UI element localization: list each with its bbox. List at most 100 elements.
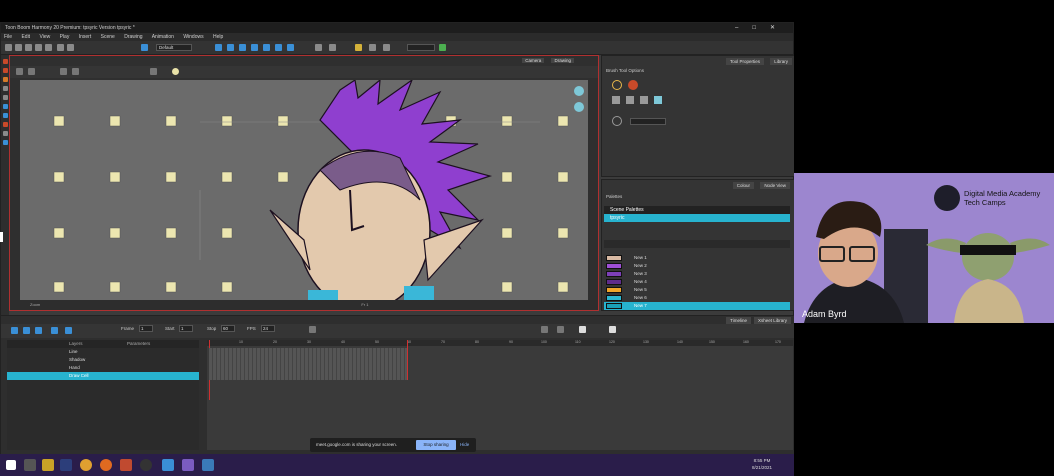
frame-grid[interactable]: 10 20 30 40 50 60 70 80 90 100 110 120 1… (207, 340, 793, 450)
windows-start-icon[interactable] (6, 460, 16, 470)
frame-field[interactable]: 1 (139, 325, 153, 332)
colour-row[interactable]: New 4 (604, 278, 790, 286)
pivot-icon[interactable] (355, 44, 362, 51)
save-icon[interactable] (25, 44, 32, 51)
firefox-icon[interactable] (100, 459, 112, 471)
menu-edit[interactable]: Edit (21, 34, 30, 40)
shape-tool-icon[interactable] (287, 44, 294, 51)
menu-windows[interactable]: Windows (183, 34, 203, 40)
select-tool-icon[interactable] (215, 44, 222, 51)
paint-tool-icon[interactable] (275, 44, 282, 51)
camera-rotate-icon[interactable] (28, 68, 35, 75)
colour-row[interactable]: New 3 (604, 270, 790, 278)
colour-row-selected[interactable]: New 7 (604, 302, 790, 310)
camera-pencil-icon[interactable] (150, 68, 157, 75)
option-c-icon[interactable] (640, 96, 648, 104)
tab-drawing[interactable]: Drawing (551, 58, 574, 63)
transform-tool-icon[interactable] (227, 44, 234, 51)
add-peg-icon[interactable] (557, 326, 564, 333)
menu-file[interactable]: File (4, 34, 12, 40)
stop-marker[interactable] (407, 340, 408, 380)
tab-timeline[interactable]: Timeline (726, 317, 751, 324)
colour-row[interactable]: New 2 (604, 262, 790, 270)
scene-palette-item[interactable]: tpsyric (604, 214, 790, 222)
light-table-icon[interactable] (329, 44, 336, 51)
option-b-icon[interactable] (626, 96, 634, 104)
first-frame-icon[interactable] (11, 327, 18, 334)
photoshop-icon[interactable] (60, 459, 72, 471)
obs-icon[interactable] (140, 459, 152, 471)
import-icon[interactable] (35, 44, 42, 51)
navigator-icon[interactable] (574, 86, 584, 96)
sound-scrub-icon[interactable] (65, 327, 72, 334)
brush-size-field[interactable] (630, 118, 666, 125)
pencil-tool-icon[interactable] (251, 44, 258, 51)
menu-drawing[interactable]: Drawing (124, 34, 142, 40)
layer-row-selected[interactable]: Draw Cell (7, 372, 199, 380)
colour-row[interactable]: New 1 (604, 254, 790, 262)
camera-tool-icon[interactable] (16, 68, 23, 75)
stop-field[interactable]: 60 (221, 325, 235, 332)
start-field[interactable]: 1 (179, 325, 193, 332)
onion-skin-timeline-icon[interactable] (309, 326, 316, 333)
play-icon[interactable] (23, 327, 30, 334)
tool-blue-icon[interactable] (2, 104, 8, 109)
chrome-icon[interactable] (80, 459, 92, 471)
layer-row[interactable]: Hand (7, 364, 199, 372)
menu-insert[interactable]: Insert (79, 34, 92, 40)
app-purple-icon[interactable] (182, 459, 194, 471)
onion-skin-icon[interactable] (315, 44, 322, 51)
rotate-view-icon[interactable] (574, 102, 584, 112)
colour-row[interactable]: New 6 (604, 294, 790, 302)
redo-icon[interactable] (67, 44, 74, 51)
app-blue-icon[interactable] (202, 459, 214, 471)
camera-viewport[interactable] (20, 80, 588, 300)
camera-reset-icon[interactable] (60, 68, 67, 75)
hide-share-bar-button[interactable]: Hide (460, 438, 469, 452)
open-icon[interactable] (15, 44, 22, 51)
tool-blue3-icon[interactable] (2, 140, 8, 145)
option-a-icon[interactable] (612, 96, 620, 104)
task-view-icon[interactable] (24, 459, 36, 471)
tool-orange-icon[interactable] (2, 77, 8, 82)
delete-layer-icon[interactable] (579, 326, 586, 333)
undo-icon[interactable] (57, 44, 64, 51)
menu-view[interactable]: View (39, 34, 50, 40)
menu-animation[interactable]: Animation (152, 34, 174, 40)
camera-fit-icon[interactable] (72, 68, 79, 75)
brush-tool-icon[interactable] (239, 44, 246, 51)
new-scene-icon[interactable] (5, 44, 12, 51)
grid-icon[interactable] (383, 44, 390, 51)
menu-scene[interactable]: Scene (101, 34, 115, 40)
tab-colour[interactable]: Colour (732, 182, 754, 189)
export-icon[interactable] (45, 44, 52, 51)
app-red-icon[interactable] (120, 459, 132, 471)
loop-icon[interactable] (35, 327, 42, 334)
sound-icon[interactable] (51, 327, 58, 334)
add-drawing-layer-icon[interactable] (541, 326, 548, 333)
workspace-select[interactable]: Default (156, 44, 192, 51)
tool-red2-icon[interactable] (2, 68, 8, 73)
menu-help[interactable]: Help (213, 34, 223, 40)
tool-gray3-icon[interactable] (2, 131, 8, 136)
tool-gray2-icon[interactable] (2, 95, 8, 100)
tool-gray-icon[interactable] (2, 86, 8, 91)
colour-row[interactable]: New 5 (604, 286, 790, 294)
system-clock[interactable]: 8:55 PM 8/21/2021 (752, 457, 772, 471)
tab-library[interactable]: Library (770, 58, 792, 65)
tool-red3-icon[interactable] (2, 122, 8, 127)
tab-tool-properties[interactable]: Tool Properties (725, 58, 764, 65)
stop-sharing-button[interactable]: Stop sharing (416, 440, 456, 450)
file-explorer-icon[interactable] (42, 459, 54, 471)
tool-red-icon[interactable] (2, 59, 8, 64)
zoom-field[interactable] (407, 44, 435, 51)
layer-row[interactable]: Shadow (7, 356, 199, 364)
window-controls[interactable]: –□✕ (735, 23, 789, 33)
menu-play[interactable]: Play (60, 34, 70, 40)
harmony-taskbar-icon[interactable] (162, 459, 174, 471)
camera-light-icon[interactable] (172, 68, 179, 75)
option-d-icon[interactable] (654, 96, 662, 104)
layer-row[interactable]: Line (7, 348, 199, 356)
lock-icon[interactable] (609, 326, 616, 333)
character-canvas[interactable] (20, 80, 588, 300)
